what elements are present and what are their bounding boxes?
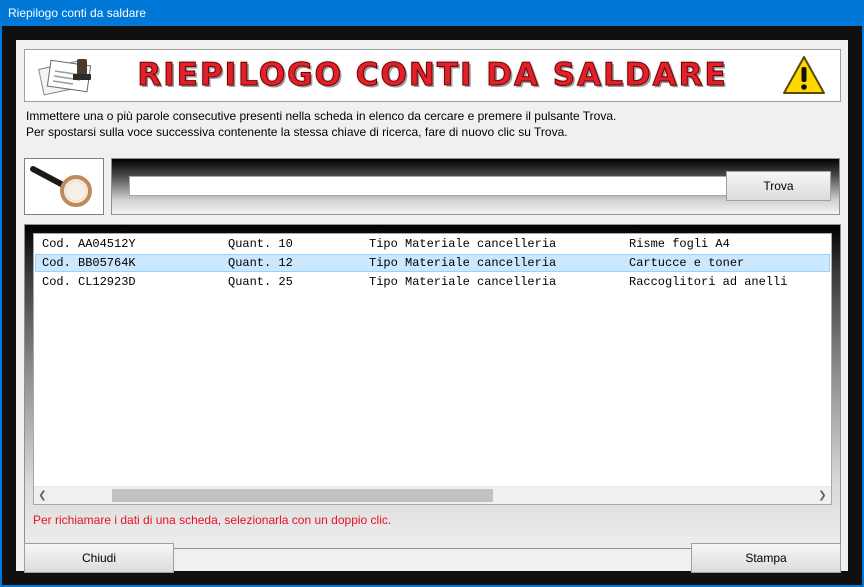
item-description: Risme fogli A4: [629, 237, 730, 251]
item-description: Raccoglitori ad anelli: [629, 275, 788, 289]
item-type: Tipo Materiale cancelleria: [369, 237, 557, 251]
item-quantity: Quant. 10: [228, 237, 293, 251]
banner: RIEPILOGO CONTI DA SALDARE: [24, 49, 841, 102]
item-description: Cartucce e toner: [629, 256, 745, 270]
item-quantity: Quant. 25: [228, 275, 293, 289]
search-panel: Trova: [111, 158, 840, 215]
title-bar[interactable]: Riepilogo conti da saldare: [0, 0, 864, 26]
horizontal-scrollbar[interactable]: ❮ ❯: [34, 486, 831, 504]
list-item[interactable]: Cod. CL12923D Quant. 25 Tipo Materiale c…: [35, 273, 830, 291]
window-client: RIEPILOGO CONTI DA SALDARE Immettere una…: [2, 26, 862, 585]
list-item[interactable]: Cod. AA04512Y Quant. 10 Tipo Materiale c…: [35, 235, 830, 253]
print-button[interactable]: Stampa: [691, 543, 841, 573]
main-content: RIEPILOGO CONTI DA SALDARE Immettere una…: [16, 40, 848, 573]
banner-title: RIEPILOGO CONTI DA SALDARE: [137, 57, 728, 94]
results-panel: Cod. AA04512Y Quant. 10 Tipo Materiale c…: [24, 224, 841, 549]
search-icon-box: [24, 158, 104, 215]
scrollbar-thumb[interactable]: [112, 489, 493, 502]
item-type: Tipo Materiale cancelleria: [369, 275, 557, 289]
window-title: Riepilogo conti da saldare: [8, 6, 147, 20]
close-button[interactable]: Chiudi: [24, 543, 174, 573]
scroll-left-icon[interactable]: ❮: [34, 487, 51, 504]
warning-icon: [783, 56, 825, 94]
item-code: Cod. CL12923D: [42, 275, 136, 289]
item-code: Cod. BB05764K: [42, 256, 136, 270]
find-button[interactable]: Trova: [726, 171, 831, 201]
search-input[interactable]: [129, 176, 727, 196]
list-item-selected[interactable]: Cod. BB05764K Quant. 12 Tipo Materiale c…: [35, 254, 830, 272]
item-type: Tipo Materiale cancelleria: [369, 256, 557, 270]
results-list[interactable]: Cod. AA04512Y Quant. 10 Tipo Materiale c…: [33, 233, 832, 505]
instruction-line-2: Per spostarsi sulla voce successiva cont…: [26, 125, 568, 139]
item-quantity: Quant. 12: [228, 256, 293, 270]
scroll-right-icon[interactable]: ❯: [814, 487, 831, 504]
double-click-hint: Per richiamare i dati di una scheda, sel…: [33, 513, 392, 527]
item-code: Cod. AA04512Y: [42, 237, 136, 251]
magnifier-icon: [30, 166, 92, 207]
instruction-line-1: Immettere una o più parole consecutive p…: [26, 109, 617, 123]
